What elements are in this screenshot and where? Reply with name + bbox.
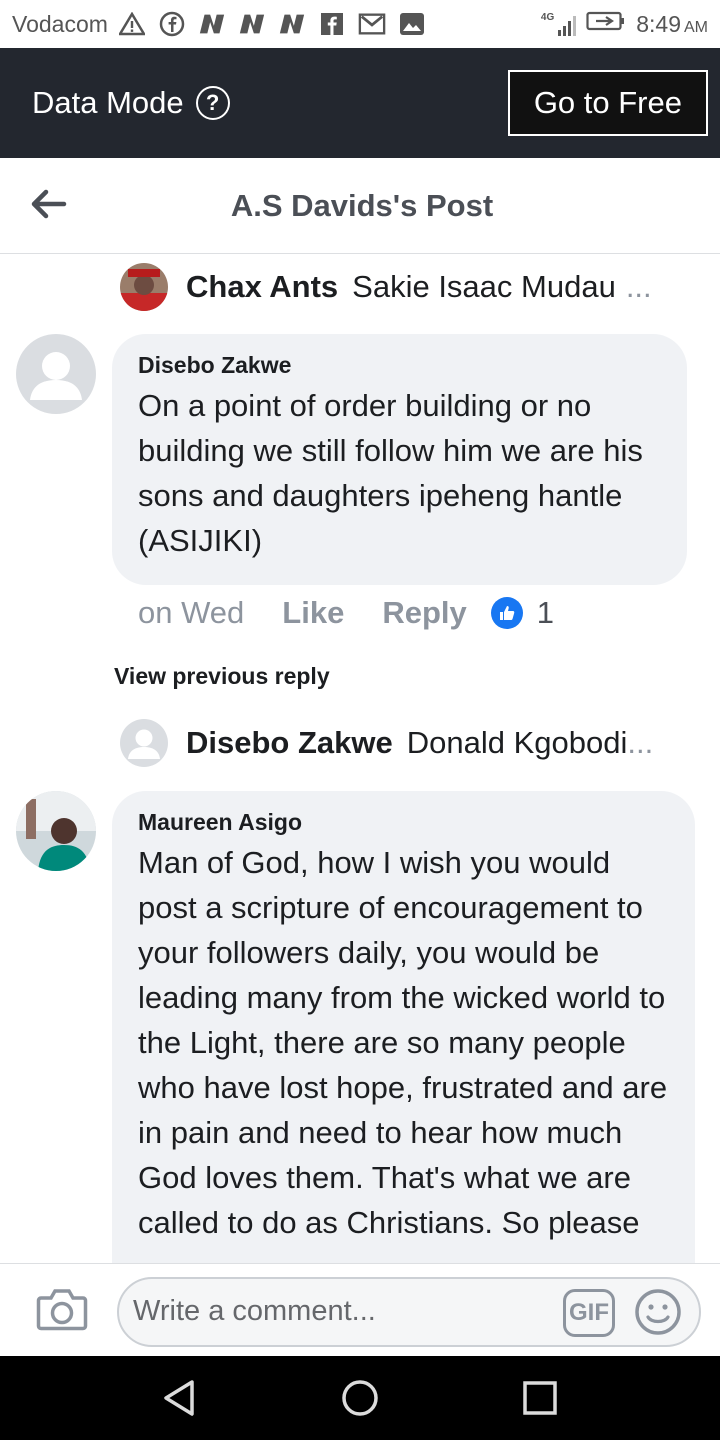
avatar[interactable]: [16, 334, 96, 414]
reply-author-name[interactable]: Chax Ants: [186, 269, 338, 305]
page-title: A.S Davids's Post: [230, 187, 494, 223]
gmail-icon: [358, 11, 386, 37]
n-icon: [238, 11, 266, 37]
reply-preview[interactable]: Disebo Zakwe Donald Kgobodi ...: [120, 719, 653, 767]
data-mode-label: Data Mode: [32, 85, 184, 120]
battery-icon: [586, 10, 626, 38]
comment-composer: Write a comment... GIF: [0, 1263, 720, 1356]
comment-text: On a point of order building or no build…: [138, 388, 643, 558]
warning-icon: [118, 11, 146, 37]
reply-preview[interactable]: Chax Ants Sakie Isaac Mudau ...: [120, 263, 652, 311]
avatar: [120, 719, 168, 767]
like-icon: [490, 597, 523, 629]
comment-author-name[interactable]: Maureen Asigo: [138, 809, 671, 836]
reply-text: Donald Kgobodi: [406, 725, 628, 760]
signal-icon: 4G: [540, 12, 577, 36]
like-count: 1: [536, 595, 554, 630]
camera-icon[interactable]: [36, 1286, 88, 1332]
comment-bubble: Disebo Zakwe On a point of order buildin…: [112, 334, 687, 585]
facebook-lite-icon: [318, 11, 346, 37]
carrier-name: Vodacom: [12, 10, 108, 37]
image-icon: [398, 11, 426, 37]
like-button[interactable]: Like: [282, 595, 344, 631]
system-nav-bar: [0, 1356, 720, 1440]
comments-list[interactable]: Chax Ants Sakie Isaac Mudau ... Disebo Z…: [0, 255, 720, 1263]
gif-button[interactable]: GIF: [563, 1289, 615, 1337]
back-icon[interactable]: [160, 1378, 200, 1418]
status-right: 4G 8:49 AM: [541, 10, 708, 38]
comment-timestamp: on Wed: [138, 595, 245, 630]
help-icon[interactable]: ?: [195, 86, 230, 120]
comment-bubble: Maureen Asigo Man of God, how I wish you…: [112, 791, 695, 1263]
clock: 8:49 AM: [636, 10, 708, 37]
notification-icons: [118, 11, 426, 37]
comment-input[interactable]: Write a comment... GIF: [117, 1277, 701, 1347]
status-bar: Vodacom 4G 8:49 AM: [0, 0, 720, 48]
reply-button[interactable]: Reply: [382, 595, 466, 631]
reply-ellipsis: ...: [627, 725, 654, 760]
go-to-free-button[interactable]: Go to Free: [507, 70, 708, 136]
view-previous-reply-link[interactable]: View previous reply: [114, 663, 330, 690]
home-icon[interactable]: [340, 1378, 380, 1418]
comment-actions: on Wed Like Reply 1: [138, 595, 554, 631]
reply-text: Sakie Isaac Mudau: [352, 269, 616, 304]
n-icon: [278, 11, 306, 37]
comment-text: Man of God, how I wish you would post a …: [138, 845, 668, 1240]
back-arrow-icon[interactable]: [28, 184, 68, 224]
avatar[interactable]: [16, 791, 96, 871]
network-type: 4G: [540, 12, 555, 23]
data-mode-bar: Data Mode ? Go to Free: [0, 48, 720, 158]
n-icon: [198, 11, 226, 37]
recents-icon[interactable]: [520, 1378, 560, 1418]
post-header: A.S Davids's Post: [0, 158, 720, 254]
emoji-icon[interactable]: [633, 1287, 683, 1337]
reply-ellipsis: ...: [625, 269, 652, 304]
comment-author-name[interactable]: Disebo Zakwe: [138, 352, 663, 379]
comment-placeholder: Write a comment...: [133, 1295, 376, 1327]
facebook-icon: [158, 11, 186, 37]
avatar: [120, 263, 168, 311]
reply-author-name[interactable]: Disebo Zakwe: [186, 725, 393, 761]
